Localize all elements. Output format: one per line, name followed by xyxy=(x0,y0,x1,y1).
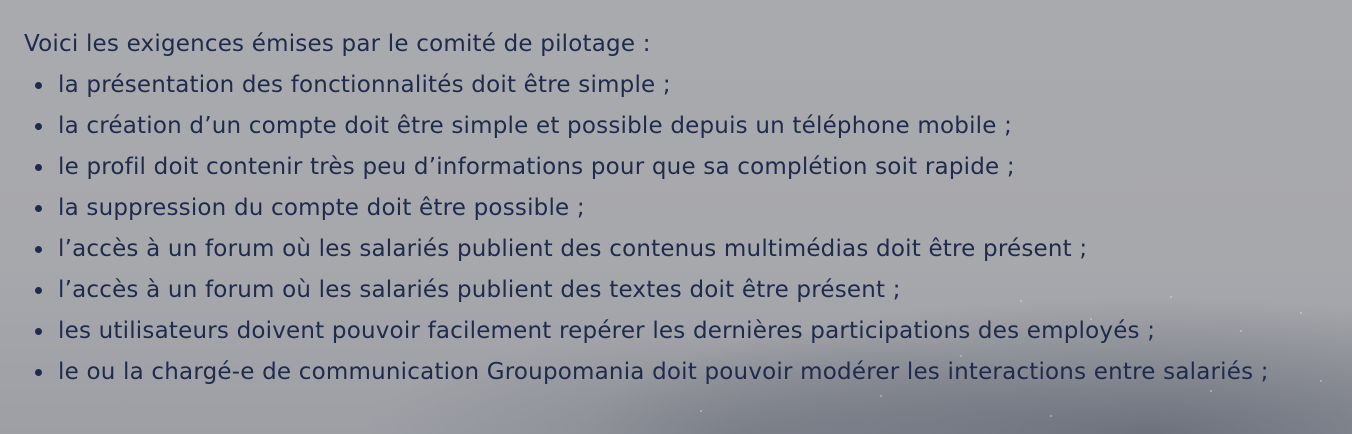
bullet-icon xyxy=(35,123,42,130)
bullet-icon xyxy=(35,164,42,171)
bullet-icon xyxy=(35,287,42,294)
list-item: la création d’un compte doit être simple… xyxy=(24,106,1334,147)
requirements-list: la présentation des fonctionnalités doit… xyxy=(24,65,1334,393)
requirements-text-block: Voici les exigences émises par le comité… xyxy=(24,24,1334,393)
list-item: la présentation des fonctionnalités doit… xyxy=(24,65,1334,106)
bullet-icon xyxy=(35,82,42,89)
list-item: les utilisateurs doivent pouvoir facilem… xyxy=(24,311,1334,352)
list-item: la suppression du compte doit être possi… xyxy=(24,188,1334,229)
list-item: l’accès à un forum où les salariés publi… xyxy=(24,229,1334,270)
bullet-icon xyxy=(35,246,42,253)
bullet-icon xyxy=(35,328,42,335)
bullet-icon xyxy=(35,369,42,376)
bullet-icon xyxy=(35,205,42,212)
list-item: l’accès à un forum où les salariés publi… xyxy=(24,270,1334,311)
list-item: le ou la chargé-e de communication Group… xyxy=(24,352,1334,393)
intro-text: Voici les exigences émises par le comité… xyxy=(24,31,651,57)
list-item: le profil doit contenir très peu d’infor… xyxy=(24,147,1334,188)
